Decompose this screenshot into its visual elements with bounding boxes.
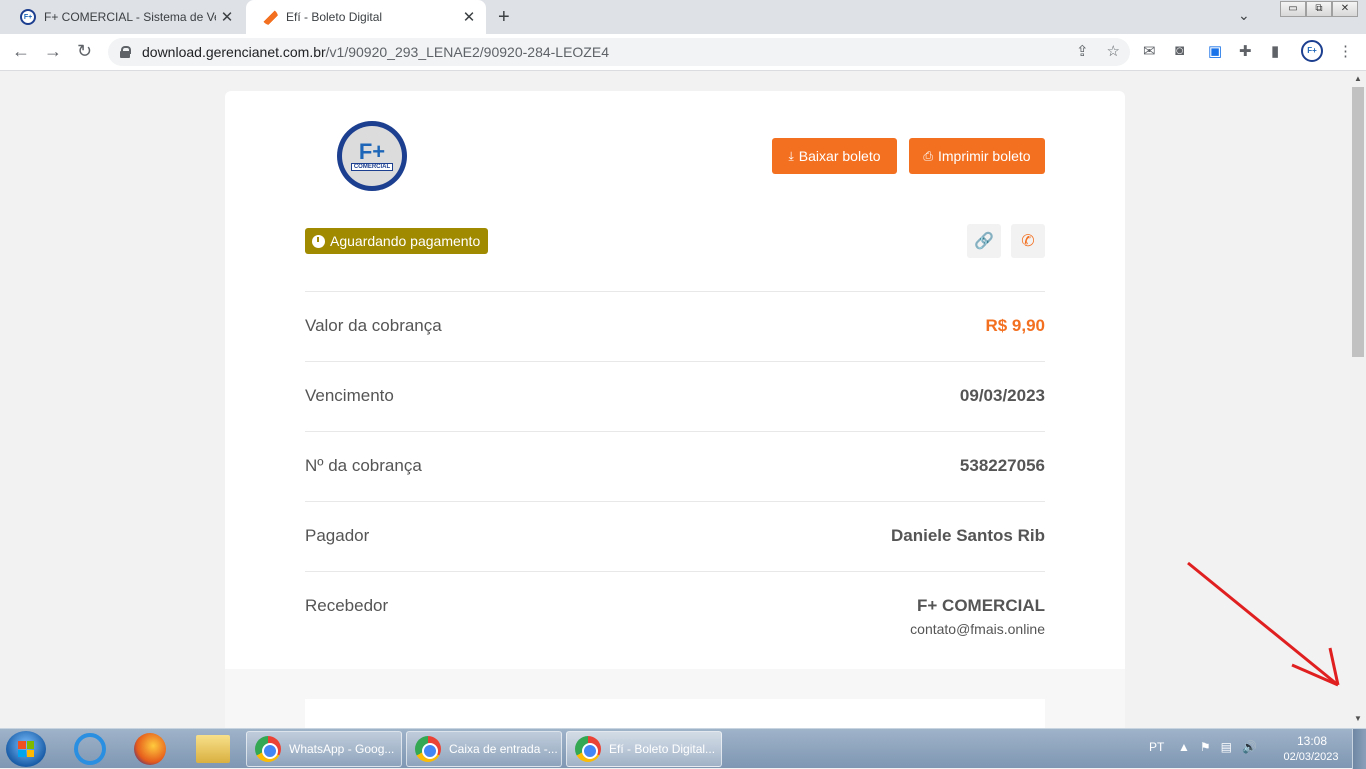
reload-icon[interactable]: ↻ — [77, 41, 92, 62]
scroll-down-arrow-icon[interactable]: ▼ — [1354, 714, 1362, 723]
forward-arrow-icon[interactable]: → — [44, 41, 62, 62]
page-viewport: F+ COMERCIAL ⤓ Baixar boleto ⎙ Imprimir … — [0, 71, 1350, 728]
windows-logo-icon — [18, 741, 34, 757]
side-panel-icon[interactable]: ▮ — [1271, 42, 1279, 60]
download-icon: ⤓ — [788, 148, 794, 163]
row-label: Recebedor — [305, 596, 389, 615]
recebedor-email: contato@fmais.online — [910, 621, 1045, 637]
scrollbar-thumb[interactable] — [1352, 87, 1364, 357]
mail-extension-icon[interactable]: ✉ — [1143, 42, 1156, 60]
address-bar[interactable]: download.gerencianet.com.br/v1/90920_293… — [108, 38, 1130, 66]
menu-kebab-icon[interactable]: ⋮ — [1338, 42, 1353, 60]
download-button-label: Baixar boleto — [798, 148, 881, 164]
taskbar-item-inbox[interactable]: Caixa de entrada -... — [406, 731, 562, 767]
boleto-lower-section — [225, 669, 1125, 728]
row-value: Daniele Santos Rib — [891, 526, 1045, 545]
tab-title: Efí - Boleto Digital — [286, 10, 383, 24]
profile-avatar[interactable]: F+ — [1301, 40, 1323, 62]
taskbar-item-whatsapp[interactable]: WhatsApp - Goog... — [246, 731, 402, 767]
row-numero: Nº da cobrança 538227056 — [305, 431, 1045, 501]
link-icon: 🔗 — [974, 233, 994, 250]
taskbar-item-boleto[interactable]: Efí - Boleto Digital... — [566, 731, 722, 767]
tab-fmais-comercial[interactable]: F+ F+ COMERCIAL - Sistema de Vendas ✕ — [4, 0, 244, 34]
row-recebedor: Recebedor F+ COMERCIAL contato@fmais.onl… — [305, 571, 1045, 641]
network-icon[interactable]: ▤ — [1221, 740, 1232, 754]
fmais-favicon-icon: F+ — [20, 9, 36, 25]
tab-boleto-digital[interactable]: Efí - Boleto Digital ✕ — [246, 0, 486, 34]
firefox-icon[interactable] — [134, 733, 166, 765]
efi-favicon-icon — [262, 9, 278, 25]
share-icon[interactable]: ⇪ — [1076, 42, 1089, 60]
row-value: F+ COMERCIAL — [917, 596, 1045, 615]
row-value: 538227056 — [959, 456, 1045, 475]
show-desktop-button[interactable] — [1352, 729, 1366, 769]
chrome-icon — [575, 736, 601, 762]
translate-extension-icon[interactable]: ▣ — [1208, 42, 1222, 60]
window-controls: ▭ ⧉ ✕ — [1280, 1, 1358, 17]
camera-extension-icon[interactable]: ◙ — [1175, 42, 1184, 59]
taskbar-item-label: WhatsApp - Goog... — [289, 742, 395, 756]
row-label: Vencimento — [305, 386, 394, 405]
row-value: R$ 9,90 — [985, 316, 1045, 335]
start-button[interactable] — [6, 731, 46, 767]
boleto-card: F+ COMERCIAL ⤓ Baixar boleto ⎙ Imprimir … — [225, 91, 1125, 671]
row-value: 09/03/2023 — [959, 386, 1045, 405]
minimize-button[interactable]: ▭ — [1280, 1, 1306, 17]
bookmark-star-icon[interactable]: ☆ — [1107, 42, 1120, 60]
tab-strip: F+ F+ COMERCIAL - Sistema de Vendas ✕ Ef… — [0, 0, 1366, 34]
lock-icon — [120, 46, 131, 58]
printer-icon: ⎙ — [923, 148, 933, 163]
clock-time[interactable]: 13:08 — [1282, 734, 1342, 748]
taskbar-item-label: Efí - Boleto Digital... — [609, 742, 716, 756]
row-pagador: Pagador Daniele Santos Rib — [305, 501, 1045, 571]
row-label: Valor da cobrança — [305, 316, 442, 335]
action-center-flag-icon[interactable]: ⚑ — [1200, 740, 1211, 754]
puzzle-extensions-icon[interactable]: ✚ — [1239, 42, 1252, 60]
status-label: Aguardando pagamento — [330, 233, 481, 249]
volume-icon[interactable]: 🔊 — [1242, 740, 1257, 754]
system-tray: ▲ ⚑ ▤ 🔊 — [1178, 740, 1257, 754]
row-valor: Valor da cobrança R$ 9,90 — [305, 291, 1045, 361]
clock-icon — [312, 234, 325, 248]
logo-text: F+ — [358, 139, 386, 164]
close-window-button[interactable]: ✕ — [1332, 1, 1358, 17]
browser-toolbar: ← → ↻ download.gerencianet.com.br/v1/909… — [0, 34, 1366, 71]
vertical-scrollbar[interactable]: ▲ ▼ — [1350, 71, 1366, 728]
fmais-logo: F+ COMERCIAL — [337, 121, 407, 191]
whatsapp-share-button[interactable]: ✆ — [1011, 224, 1045, 258]
tab-title: F+ COMERCIAL - Sistema de Vendas — [44, 10, 216, 24]
row-label: Pagador — [305, 526, 370, 545]
clock-date[interactable]: 02/03/2023 — [1278, 751, 1344, 763]
restore-button[interactable]: ⧉ — [1306, 1, 1332, 17]
tray-expand-icon[interactable]: ▲ — [1178, 740, 1190, 754]
print-boleto-button[interactable]: ⎙ Imprimir boleto — [909, 138, 1045, 174]
taskbar-item-label: Caixa de entrada -... — [449, 742, 558, 756]
tab-close-icon[interactable]: ✕ — [458, 8, 480, 26]
print-button-label: Imprimir boleto — [938, 148, 1031, 164]
chrome-icon — [255, 736, 281, 762]
internet-explorer-icon[interactable] — [74, 733, 106, 765]
row-label: Nº da cobrança — [305, 456, 422, 475]
red-arrow-annotation — [1187, 561, 1340, 687]
language-indicator[interactable]: PT — [1149, 740, 1164, 754]
new-tab-plus-icon[interactable]: + — [498, 6, 510, 29]
chrome-icon — [415, 736, 441, 762]
windows-taskbar: WhatsApp - Goog... Caixa de entrada -...… — [0, 728, 1366, 769]
logo-subtext: COMERCIAL — [350, 163, 394, 171]
download-boleto-button[interactable]: ⤓ Baixar boleto — [772, 138, 897, 174]
tab-close-icon[interactable]: ✕ — [216, 8, 238, 26]
back-arrow-icon[interactable]: ← — [12, 41, 30, 62]
status-badge: Aguardando pagamento — [305, 228, 489, 254]
row-vencimento: Vencimento 09/03/2023 — [305, 361, 1045, 431]
copy-link-button[interactable]: 🔗 — [967, 224, 1001, 258]
scroll-up-arrow-icon[interactable]: ▲ — [1354, 74, 1362, 83]
tab-search-chevron-icon[interactable]: ⌄ — [1238, 7, 1250, 24]
file-explorer-icon[interactable] — [196, 735, 230, 763]
whatsapp-icon: ✆ — [1021, 233, 1035, 250]
url-path: /v1/90920_293_LENAE2/90920-284-LEOZE4 — [325, 44, 609, 60]
boleto-preview-area — [305, 699, 1045, 728]
url-host: download.gerencianet.com.br — [142, 44, 326, 60]
